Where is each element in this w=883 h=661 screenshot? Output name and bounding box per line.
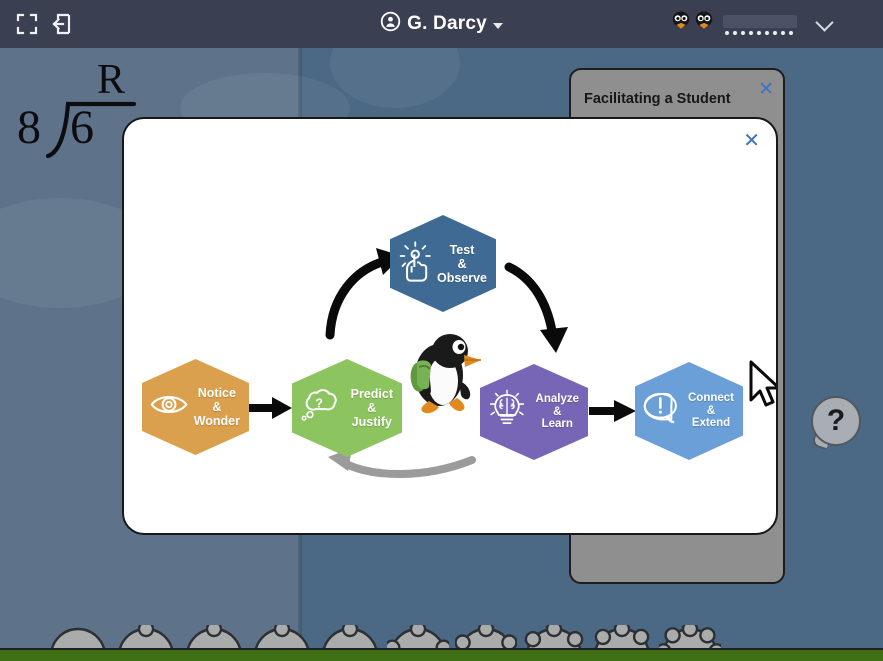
chevron-down-icon[interactable] <box>815 13 834 32</box>
dividend-value: 6 <box>70 101 94 154</box>
redacted-name-block <box>723 15 797 35</box>
dialog-title: Facilitating a Student <box>584 91 731 107</box>
fullscreen-expand-icon[interactable] <box>16 13 38 35</box>
penguin-head-icon <box>693 10 715 37</box>
penguin-with-backpack-icon <box>409 329 481 430</box>
arrow-analyze-to-connect <box>589 400 636 422</box>
svg-text:?: ? <box>315 395 323 410</box>
diagram-connectors <box>244 248 636 478</box>
close-x-icon[interactable]: ✕ <box>758 80 774 99</box>
node-label: Connect & Extend <box>688 391 734 430</box>
wheel-item[interactable] <box>523 620 585 648</box>
wheel-item[interactable] <box>47 625 109 648</box>
brain-lightbulb-icon <box>487 389 527 435</box>
chevron-down-icon <box>492 22 503 29</box>
node-label: Notice & Wonder <box>193 386 240 428</box>
arrow-test-to-analyze <box>504 262 568 353</box>
help-bubble-button[interactable]: ? <box>811 396 861 446</box>
wheel-item[interactable] <box>183 620 245 648</box>
wheel-item[interactable] <box>454 620 518 648</box>
redacted-name-bar <box>723 15 797 28</box>
eye-icon <box>149 390 189 425</box>
wheel-item[interactable] <box>384 620 452 648</box>
exit-arrow-icon[interactable] <box>51 13 73 35</box>
penguin-avatars[interactable] <box>670 10 715 37</box>
redacted-dots <box>723 31 793 35</box>
divisor-value: 8 <box>17 101 41 154</box>
user-name-label: G. Darcy <box>407 13 487 34</box>
node-label: Test & Observe <box>436 242 487 285</box>
wheel-item[interactable] <box>251 620 313 648</box>
user-menu-button[interactable]: G. Darcy <box>380 11 503 37</box>
penguin-head-icon <box>670 10 692 37</box>
wheel-item[interactable] <box>591 620 653 648</box>
top-bar-right <box>633 0 883 48</box>
pointing-hand-tap-icon <box>397 240 439 287</box>
top-bar: G. Darcy <box>0 0 883 48</box>
top-bar-left-actions <box>0 13 73 35</box>
ground-strip <box>0 648 883 661</box>
inquiry-cycle-dialog[interactable]: ✕ Notice & Wonder ? Predict & Justify Te… <box>122 117 778 535</box>
wheel-item[interactable] <box>319 620 381 648</box>
wheel-row <box>0 620 883 648</box>
thought-bubble-question-icon: ? <box>299 386 341 431</box>
mouse-pointer-icon <box>747 359 776 416</box>
arrow-notice-to-predict <box>244 397 292 419</box>
speech-bubble-exclamation-icon <box>642 391 686 432</box>
node-label: Analyze & Learn <box>535 392 579 431</box>
inquiry-cycle-diagram: Notice & Wonder ? Predict & Justify Test… <box>124 119 776 533</box>
wheel-item[interactable] <box>655 620 725 648</box>
wheel-item[interactable] <box>115 620 177 648</box>
user-circle-icon <box>380 11 401 37</box>
app-root: G. Darcy R 8 6 Facilitating a Student ✕ … <box>0 0 883 661</box>
node-label: Predict & Justify <box>350 387 393 429</box>
